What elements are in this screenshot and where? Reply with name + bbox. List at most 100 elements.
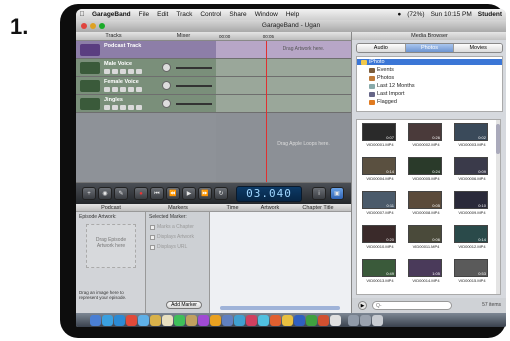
menu-help[interactable]: Help <box>282 11 303 18</box>
fast-forward-button[interactable]: ⏩ <box>198 187 212 200</box>
track-buttons[interactable] <box>104 69 142 74</box>
video-thumbnail[interactable]: 0:02 VID00003.MP4 <box>454 123 490 147</box>
play-button[interactable]: ▶ <box>182 187 196 200</box>
minimize-button[interactable] <box>90 23 96 29</box>
app-icon[interactable] <box>246 314 257 326</box>
track-row-jingles[interactable]: Jingles <box>76 95 216 113</box>
menu-user[interactable]: Student <box>478 11 502 18</box>
rewind-button[interactable]: ⏪ <box>166 187 180 200</box>
finder-icon[interactable] <box>90 314 101 326</box>
video-thumbnail[interactable]: 0:24 VID00005.MP4 <box>408 157 444 181</box>
video-thumbnail[interactable]: 0:09 VID00006.MP4 <box>454 157 490 181</box>
chapter-title-column-header[interactable]: Chapter Title <box>285 204 351 212</box>
editor-icon[interactable]: ✎ <box>114 187 128 200</box>
info-button[interactable]: i <box>312 187 326 200</box>
marker-table[interactable]: Time Artwork Chapter Title <box>210 204 351 313</box>
battery-status[interactable]: (72%) <box>407 11 424 18</box>
pan-knob[interactable] <box>162 63 171 72</box>
pan-knob[interactable] <box>162 99 171 108</box>
garageband-icon[interactable] <box>210 314 221 326</box>
video-thumbnail[interactable]: 0:06 VID00011.MP4 <box>408 225 444 249</box>
episode-artwork-drop[interactable]: Drag Episode Artwork here <box>86 224 136 268</box>
lcd-display[interactable]: 03.040 <box>236 186 302 202</box>
dashboard-icon[interactable] <box>102 314 113 326</box>
playhead[interactable] <box>266 41 267 182</box>
volume-slider[interactable] <box>176 85 212 87</box>
word-icon[interactable] <box>294 314 305 326</box>
source-item-flagged[interactable]: Flagged <box>369 99 397 105</box>
imovie-icon[interactable] <box>198 314 209 326</box>
timeline[interactable]: Drag Artwork here. Drag Apple Loops here… <box>216 41 351 182</box>
media-browser-button[interactable]: ▣ <box>330 187 344 200</box>
record-mode-icon[interactable]: ◉ <box>98 187 112 200</box>
track-row-male-voice[interactable]: Male Voice <box>76 59 216 77</box>
add-marker-button[interactable]: Add Marker <box>166 301 202 309</box>
video-thumbnail[interactable]: 0:53 VID00015.MP4 <box>454 259 490 283</box>
volume-slider[interactable] <box>176 103 212 105</box>
artwork-column-header[interactable]: Artwork <box>255 204 285 212</box>
video-thumbnail[interactable]: 1:05 VID00014.MP4 <box>408 259 444 283</box>
menu-clock[interactable]: Sun 10:15 PM <box>431 11 472 18</box>
video-thumbnail[interactable]: 0:26 VID00002.MP4 <box>408 123 444 147</box>
vertical-scrollbar[interactable] <box>496 120 500 294</box>
downloads-stack-icon[interactable] <box>348 314 359 326</box>
wifi-icon[interactable]: ● <box>397 11 401 18</box>
excel-icon[interactable] <box>306 314 317 326</box>
media-search-input[interactable] <box>372 301 452 310</box>
menu-window[interactable]: Window <box>251 11 282 18</box>
horizontal-scrollbar[interactable] <box>220 306 340 310</box>
track-buttons[interactable] <box>104 87 142 92</box>
menu-share[interactable]: Share <box>225 11 250 18</box>
source-item-events[interactable]: Events <box>369 67 394 73</box>
address-book-icon[interactable] <box>150 314 161 326</box>
video-thumbnail[interactable]: 0:14 VID00004.MP4 <box>362 157 398 181</box>
video-thumbnail[interactable]: 0:20 VID00010.MP4 <box>362 225 398 249</box>
ichat-icon[interactable] <box>138 314 149 326</box>
pan-knob[interactable] <box>162 81 171 90</box>
video-thumbnail[interactable]: 0:05 VID00008.MP4 <box>408 191 444 215</box>
menu-track[interactable]: Track <box>172 11 196 18</box>
safari-icon[interactable] <box>114 314 125 326</box>
menu-file[interactable]: File <box>135 11 153 18</box>
track-buttons[interactable] <box>104 105 142 110</box>
menu-edit[interactable]: Edit <box>153 11 172 18</box>
scroll-thumb[interactable] <box>496 124 500 154</box>
video-thumbnail[interactable]: 0:10 VID00009.MP4 <box>454 191 490 215</box>
source-item-iphoto[interactable]: iPhoto <box>357 59 502 65</box>
source-item-photos[interactable]: Photos <box>369 75 394 81</box>
displays-url-checkbox[interactable]: Displays URL <box>150 244 187 250</box>
video-thumbnail[interactable]: 0:14 VID00012.MP4 <box>454 225 490 249</box>
source-item-last-import[interactable]: Last Import <box>369 91 405 97</box>
menu-control[interactable]: Control <box>196 11 225 18</box>
zoom-button[interactable] <box>99 23 105 29</box>
close-button[interactable] <box>81 23 87 29</box>
trash-icon[interactable] <box>372 314 383 326</box>
marks-chapter-checkbox[interactable]: Marks a Chapter <box>150 224 194 230</box>
displays-artwork-checkbox[interactable]: Displays Artwork <box>150 234 194 240</box>
timeline-ruler[interactable]: 00:00 00:05 <box>216 32 351 41</box>
volume-slider[interactable] <box>176 67 212 69</box>
itunes-icon[interactable] <box>174 314 185 326</box>
record-button[interactable]: ● <box>134 187 148 200</box>
track-row-female-voice[interactable]: Female Voice <box>76 77 216 95</box>
source-item-last-12-months[interactable]: Last 12 Months <box>369 83 415 89</box>
app-icon[interactable] <box>282 314 293 326</box>
lane[interactable] <box>216 95 351 113</box>
play-preview-button[interactable]: ▶ <box>358 301 367 310</box>
video-thumbnail[interactable]: 0:49 VID00013.MP4 <box>362 259 398 283</box>
preview-icon[interactable] <box>330 314 341 326</box>
tab-photos[interactable]: Photos <box>405 44 455 52</box>
documents-stack-icon[interactable] <box>360 314 371 326</box>
menu-app-name[interactable]: GarageBand <box>88 11 135 18</box>
lane[interactable] <box>216 77 351 95</box>
video-thumbnail[interactable]: 0:11 VID00007.MP4 <box>362 191 398 215</box>
tab-movies[interactable]: Movies <box>454 44 502 52</box>
cycle-button[interactable]: ↻ <box>214 187 228 200</box>
video-thumbnail[interactable]: 0:07 VID00001.MP4 <box>362 123 398 147</box>
tab-audio[interactable]: Audio <box>357 44 406 52</box>
go-to-start-button[interactable]: ⏮ <box>150 187 164 200</box>
apple-icon[interactable]:  <box>76 11 88 18</box>
powerpoint-icon[interactable] <box>318 314 329 326</box>
lane[interactable] <box>216 59 351 77</box>
app-icon[interactable] <box>270 314 281 326</box>
